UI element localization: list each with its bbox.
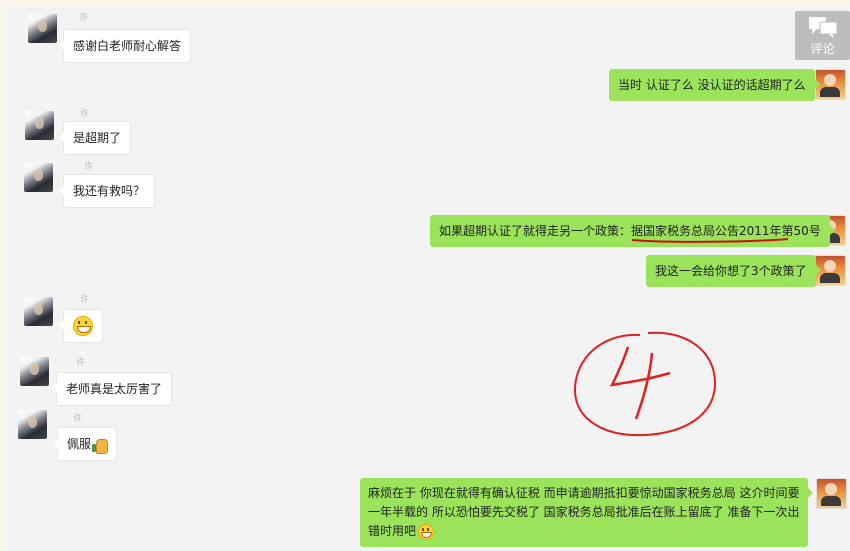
avatar[interactable] (24, 163, 53, 192)
message-text: 我这一会给你想了3个政策了 (655, 264, 807, 278)
avatar[interactable] (25, 111, 54, 140)
message-text: 我还有救吗？ (73, 184, 146, 198)
message-text: 感谢白老师耐心解答 (73, 39, 182, 53)
thumbs-up-icon (91, 437, 109, 454)
red-underline-annotation (631, 238, 789, 243)
message-text: 是超期了 (73, 131, 122, 145)
message-bubble: 佩服 (52, 427, 118, 461)
message-text: 老师真是太厉害了 (66, 382, 163, 396)
message-text: 当时 认证了么 没认证的话超期了么 (618, 78, 806, 92)
message-bubble: 我这一会给你想了3个政策了 (646, 255, 821, 287)
avatar[interactable] (20, 357, 49, 386)
message-bubble: 老师真是太厉害了 (51, 372, 173, 406)
sender-name: 许 (80, 295, 90, 305)
sender-name: 许 (73, 414, 83, 424)
sender-name: 许 (79, 13, 89, 23)
message-bubble: 当时 认证了么 没认证的话超期了么 (609, 69, 820, 101)
comment-button[interactable]: 评论 (795, 11, 850, 60)
sender-name: 许 (84, 162, 94, 172)
message-bubble: 是超期了 (58, 121, 132, 155)
message-bubble: 我还有救吗？ (58, 174, 156, 208)
message-text: 如果超期认证了就得走另一个政策：据国家税务总局公告2011年第50号 (439, 224, 821, 238)
message-text: 佩服 (67, 437, 92, 451)
message-bubble: 麻烦在于 你现在就得有确认征税 而申请逾期抵扣要惊动国家税务总局 这介时间要一年… (360, 478, 813, 547)
grinning-face-icon (73, 316, 93, 336)
avatar[interactable] (816, 478, 847, 509)
avatar[interactable] (815, 69, 846, 100)
comment-label: 评论 (810, 42, 835, 56)
sender-name: 许 (76, 358, 86, 368)
message-bubble (59, 309, 103, 343)
grinning-face-icon (418, 523, 435, 540)
frame-top (0, 0, 850, 6)
avatar[interactable] (24, 297, 53, 326)
hand-drawn-annotation: 4 (573, 331, 717, 437)
comment-icon (809, 17, 837, 38)
avatar[interactable] (18, 410, 47, 439)
avatar[interactable] (28, 14, 57, 43)
sender-name: 许 (80, 109, 90, 119)
frame-left (0, 0, 6, 551)
message-bubble: 感谢白老师耐心解答 (58, 29, 192, 63)
